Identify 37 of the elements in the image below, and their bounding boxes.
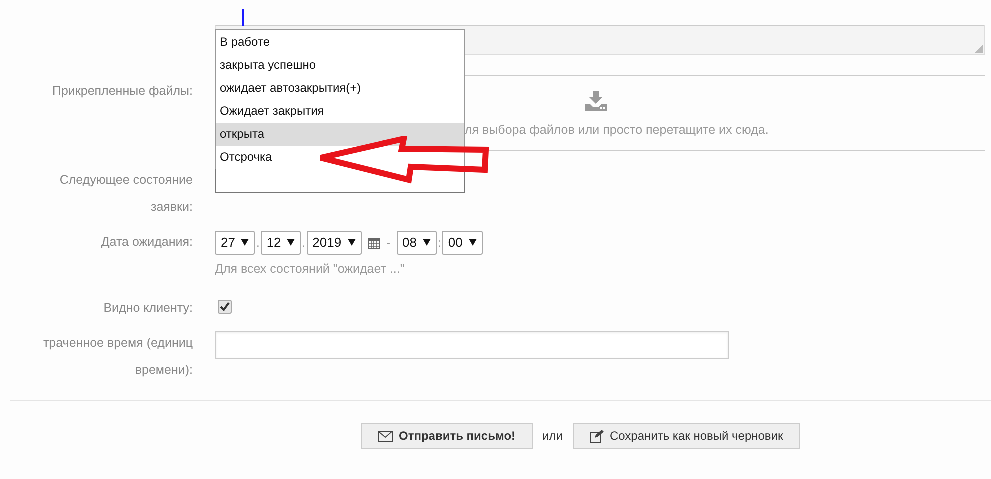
checkbox[interactable] (218, 300, 232, 314)
date-select[interactable]: 2019 (306, 230, 362, 254)
date-select[interactable]: 00 (442, 230, 483, 254)
text-cursor (242, 9, 244, 26)
text-input[interactable] (215, 331, 729, 359)
date-select[interactable]: 08 (396, 230, 438, 254)
date-select[interactable]: 12 (260, 230, 302, 254)
date-select[interactable]: 27 (215, 230, 256, 254)
field-label: Прикрепленные файлы: (52, 83, 193, 100)
caret-icon (348, 239, 356, 246)
or-text: или (542, 428, 563, 445)
separator: - (386, 234, 391, 252)
resize-grip-icon (975, 45, 983, 53)
caret-icon (423, 239, 432, 246)
dropdown-option[interactable]: В работе (216, 31, 464, 54)
edit-icon (590, 430, 604, 442)
caret-icon (468, 239, 477, 246)
field-label: Видно клиенту: (102, 300, 193, 317)
caret-icon (287, 239, 296, 246)
dropdown-option[interactable]: закрыта успешно (216, 54, 464, 77)
send-button[interactable]: Отправить письмо! (361, 423, 533, 449)
envelope-icon (378, 430, 393, 442)
field-hint: Для всех состояний "ожидает ..." (215, 261, 406, 278)
drop-hint: ля выбора файлов или просто перетащите их сюда. (465, 122, 769, 139)
separator: : (438, 234, 442, 252)
field-label: траченное время (единиц времени): (42, 335, 193, 379)
caret-icon (241, 239, 250, 246)
dropdown-option[interactable]: открыта (216, 123, 464, 146)
download-icon (585, 91, 607, 111)
separator: . (256, 234, 260, 252)
calendar-icon[interactable] (368, 236, 380, 248)
separator: . (302, 234, 306, 252)
field-label: Дата ожидания: (100, 234, 193, 251)
save-draft-button[interactable]: Сохранить как новый черновик (572, 423, 800, 449)
field-label: Следующее состояние заявки: (58, 172, 193, 216)
dropdown-option[interactable]: ожидает автозакрытия(+) (216, 77, 464, 100)
dropdown-option[interactable]: Ожидает закрытия (216, 100, 464, 123)
